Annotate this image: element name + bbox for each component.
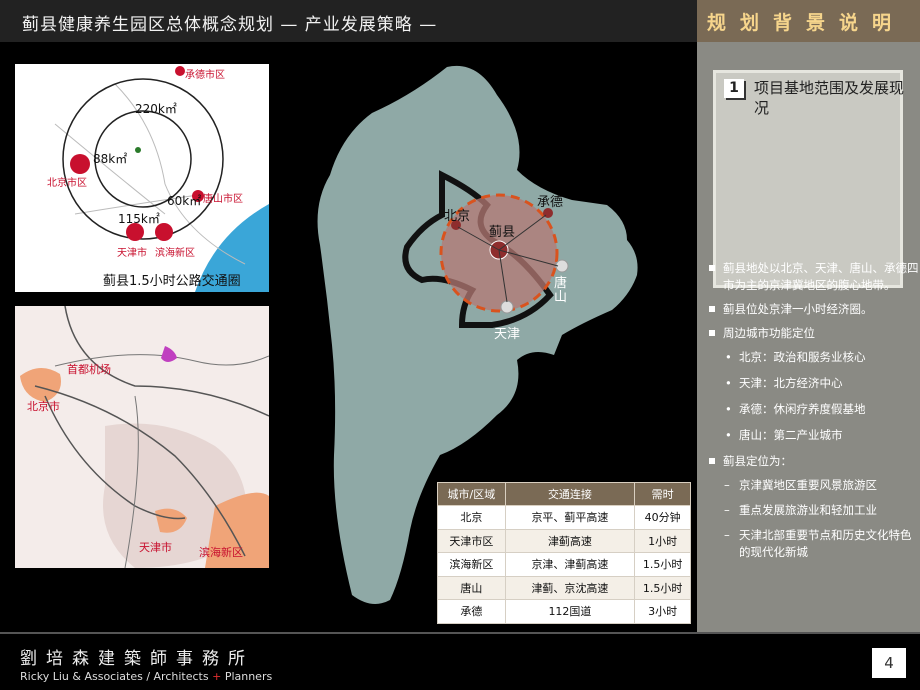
table-header-row: 城市/区域 交通连接 需时: [437, 482, 691, 506]
section-title: 规划背景说明: [707, 12, 906, 34]
label-115km: 115k㎡: [118, 212, 160, 226]
traffic-circle-map: 承德市区 北京市区 唐山市区 天津市 滨海新区 220k㎡ 88k㎡ 60k㎡ …: [15, 64, 269, 292]
label-60km: 60k㎡: [167, 194, 202, 208]
bullet-item: 蓟县定位为：: [705, 453, 920, 470]
firm-plus-sign: +: [212, 670, 222, 683]
col-header-connection: 交通连接: [504, 482, 636, 506]
table-row: 天津市区 津蓟高速 1小时: [437, 528, 691, 553]
sub-bullet-item: 唐山：第二产业城市: [705, 427, 920, 444]
info-panel: 1 项目基地范围及发展现况 蓟县地处以北京、天津、唐山、承德四市为主的京津冀地区…: [697, 42, 920, 632]
table-row: 滨海新区 京津、津蓟高速 1.5小时: [437, 552, 691, 577]
sub-bullet-item: 承德：休闲疗养度假基地: [705, 401, 920, 418]
bullet-item: 周边城市功能定位: [705, 325, 920, 342]
slide-title: 蓟县健康养生园区总体概念规划 — 产业发展策略 —: [22, 15, 438, 35]
label-chengde: 承德: [537, 195, 564, 210]
road-network-graphic: [15, 306, 269, 568]
header-bar: 蓟县健康养生园区总体概念规划 — 产业发展策略 — 规划背景说明: [0, 0, 920, 42]
label-binhai-district: 滨海新区: [199, 546, 243, 559]
firm-name-en: Ricky Liu & Associates / Architects + Pl…: [20, 670, 272, 683]
label-tianjin: 天津市: [139, 541, 172, 554]
dash-item: 京津冀地区重要风景旅游区: [705, 477, 920, 494]
cell-connection: 京平、蓟平高速: [504, 505, 636, 530]
cell-city: 北京: [437, 505, 506, 530]
cell-city: 唐山: [437, 575, 506, 600]
col-header-city: 城市/区域: [437, 482, 506, 506]
label-tianjin-center: 天津: [494, 327, 521, 342]
footer-bar: 劉培森建築師事務所 Ricky Liu & Associates / Archi…: [0, 632, 920, 690]
sub-bullet-item: 北京：政治和服务业核心: [705, 349, 920, 366]
dash-item: 重点发展旅游业和轻加工业: [705, 502, 920, 519]
cell-time: 40分钟: [634, 505, 691, 530]
cell-connection: 津蓟、京沈高速: [504, 575, 636, 600]
table-row: 北京 京平、蓟平高速 40分钟: [437, 505, 691, 530]
label-tangshan: 唐山: [554, 276, 568, 305]
cell-city: 天津市区: [437, 528, 506, 553]
cell-time: 1小时: [634, 528, 691, 553]
cell-connection: 京津、津蓟高速: [504, 552, 636, 577]
firm-name-en-post: Planners: [224, 670, 273, 683]
cell-connection: 112国道: [504, 599, 636, 624]
firm-name-en-pre: Ricky Liu & Associates / Architects: [20, 670, 209, 683]
cell-city: 滨海新区: [437, 552, 506, 577]
bullet-item: 蓟县地处以北京、天津、唐山、承德四市为主的京津冀地区的腹心地带。: [705, 260, 920, 294]
label-220km: 220k㎡: [135, 102, 177, 116]
dash-item: 天津北部重要节点和历史文化特色的现代化新城: [705, 527, 920, 561]
label-jixian: 蓟县: [489, 225, 516, 240]
section-heading: 项目基地范围及发展现况: [754, 79, 905, 117]
cell-city: 承德: [437, 599, 506, 624]
regional-road-map: 首都机场 北京市 天津市 滨海新区: [15, 306, 269, 568]
cell-time: 1.5小时: [634, 575, 691, 600]
label-beijing: 北京市: [27, 400, 60, 413]
section-number: 1: [724, 79, 744, 98]
cell-connection: 津蓟高速: [504, 528, 636, 553]
label-beijing-city: 北京市区: [47, 178, 87, 189]
bullet-item: 蓟县位处京津一小时经济圈。: [705, 301, 920, 318]
page-number: 4: [872, 648, 906, 678]
label-tangshan-city: 唐山市区: [203, 194, 243, 205]
col-header-time: 需时: [634, 482, 691, 506]
label-tianjin-city: 天津市: [117, 248, 147, 259]
label-capital-airport: 首都机场: [67, 363, 111, 376]
bullet-list: 蓟县地处以北京、天津、唐山、承德四市为主的京津冀地区的腹心地带。 蓟县位处京津一…: [705, 260, 920, 569]
firm-name-cn: 劉培森建築師事務所: [20, 649, 254, 669]
label-beijing-center: 北京: [444, 209, 471, 224]
map1-caption: 蓟县1.5小时公路交通圈: [103, 274, 241, 289]
label-binhai: 滨海新区: [155, 248, 195, 259]
traffic-table: 城市/区域 交通连接 需时 北京 京平、蓟平高速 40分钟 天津市区 津蓟高速 …: [437, 482, 691, 624]
cell-time: 1.5小时: [634, 552, 691, 577]
table-row: 唐山 津蓟、京沈高速 1.5小时: [437, 575, 691, 600]
table-row: 承德 112国道 3小时: [437, 599, 691, 624]
label-88km: 88k㎡: [93, 152, 128, 166]
section-tab: 规划背景说明: [697, 0, 920, 42]
label-chengde-city: 承德市区: [185, 70, 225, 81]
heading-frame: 1 项目基地范围及发展现况: [713, 70, 905, 288]
sub-bullet-item: 天津：北方经济中心: [705, 375, 920, 392]
cell-time: 3小时: [634, 599, 691, 624]
